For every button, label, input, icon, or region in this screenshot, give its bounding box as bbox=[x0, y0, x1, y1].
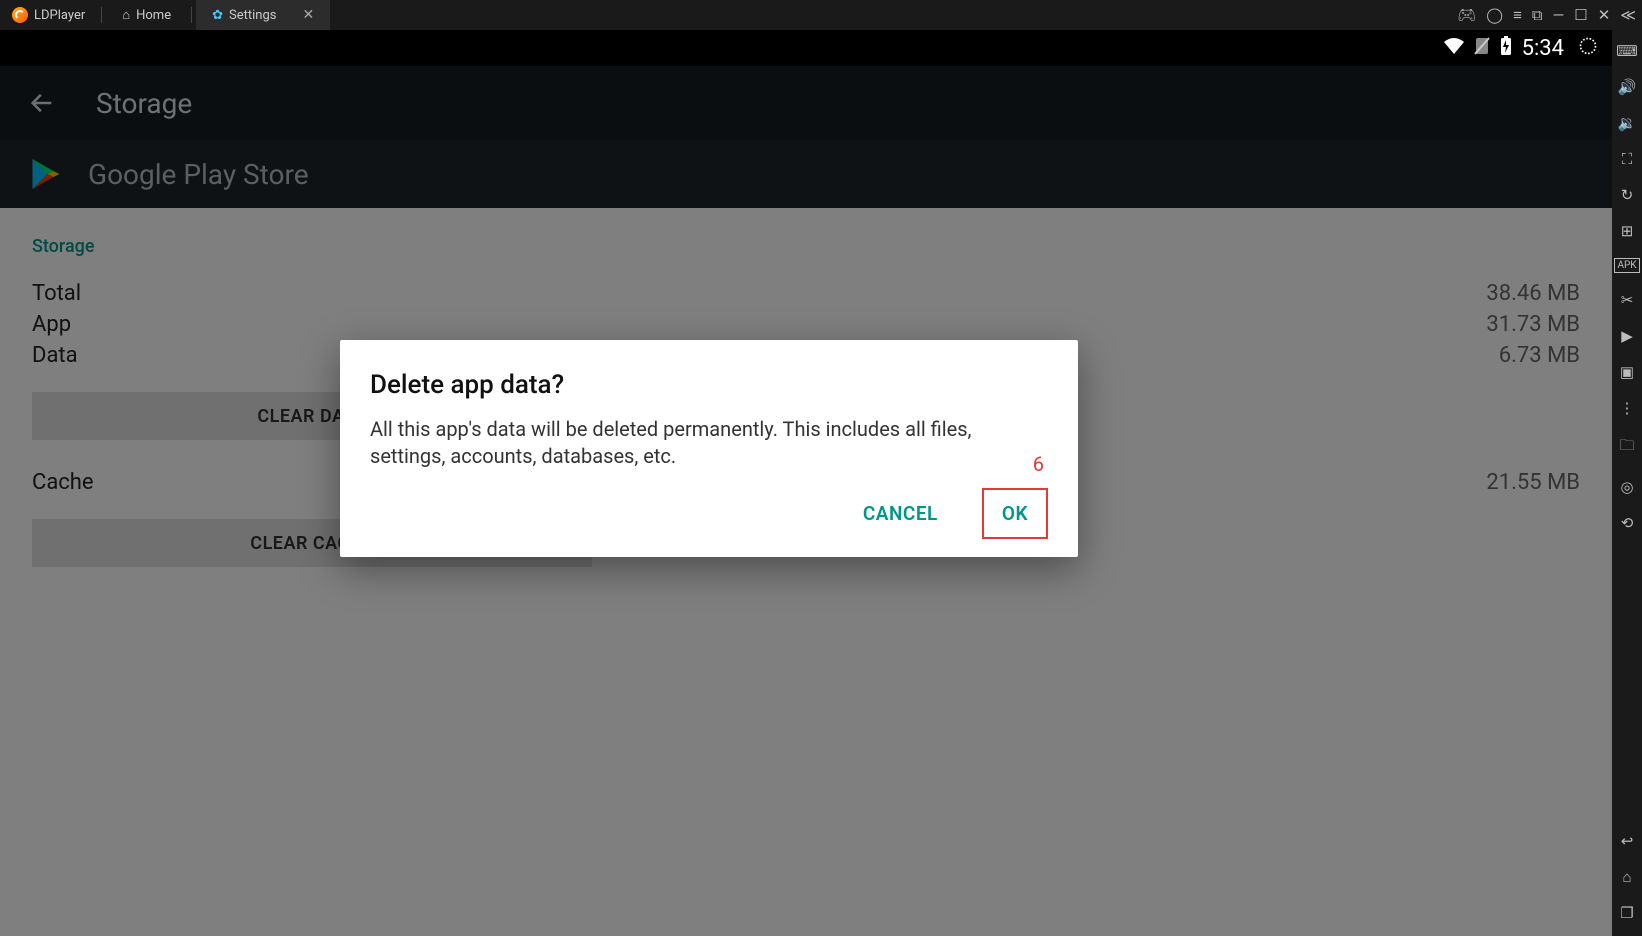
apk-icon[interactable]: APK bbox=[1614, 258, 1639, 273]
annotation-number: 6 bbox=[1033, 452, 1044, 476]
android-home-icon[interactable]: ⌂ bbox=[1622, 868, 1631, 886]
gear-icon: ✿ bbox=[212, 8, 223, 23]
emulator-surface: Storage Google Play Store Storage Total … bbox=[0, 66, 1612, 936]
close-icon[interactable]: ✕ bbox=[1598, 6, 1611, 24]
volume-down-icon[interactable]: 🔉 bbox=[1618, 114, 1637, 132]
app-name: LDPlayer bbox=[34, 8, 85, 23]
dialog-body: All this app's data will be deleted perm… bbox=[370, 416, 1048, 470]
status-clock: 5:34 bbox=[1522, 36, 1564, 61]
ok-button[interactable]: OK bbox=[982, 488, 1048, 539]
window-controls: 🎮︎ ◯ ≡ ⧉ — ☐ ✕ ≪ bbox=[1457, 6, 1636, 24]
account-icon[interactable]: ◯ bbox=[1486, 6, 1503, 24]
folder-icon[interactable]: 🗀 bbox=[1619, 435, 1634, 460]
screenshot-icon[interactable]: ▣ bbox=[1620, 363, 1634, 381]
gamepad-icon[interactable]: 🎮︎ bbox=[1457, 6, 1476, 24]
delete-app-data-dialog: Delete app data? All this app's data wil… bbox=[340, 340, 1078, 557]
settings-cog-icon[interactable] bbox=[1578, 36, 1598, 61]
home-icon: ⌂ bbox=[122, 7, 130, 23]
maximize-icon[interactable]: ☐ bbox=[1574, 6, 1587, 24]
dialog-title: Delete app data? bbox=[370, 370, 1048, 400]
tab-settings[interactable]: ✿ Settings ✕ bbox=[196, 0, 330, 30]
ldplayer-logo-icon bbox=[12, 7, 28, 23]
minimize-icon[interactable]: — bbox=[1553, 6, 1565, 24]
volume-up-icon[interactable]: 🔊 bbox=[1618, 78, 1637, 96]
battery-charging-icon bbox=[1500, 36, 1512, 61]
record-icon[interactable]: ▶ bbox=[1621, 327, 1633, 345]
no-sim-icon bbox=[1474, 37, 1490, 60]
tab-home[interactable]: ⌂ Home bbox=[106, 0, 187, 30]
menu-icon[interactable]: ≡ bbox=[1513, 6, 1522, 24]
tab-settings-label: Settings bbox=[229, 8, 276, 23]
more-icon[interactable]: ⋮ bbox=[1620, 399, 1635, 417]
scissors-icon[interactable]: ✂ bbox=[1621, 291, 1634, 309]
rotate-icon[interactable]: ⟲ bbox=[1621, 514, 1634, 532]
window-titlebar: LDPlayer ⌂ Home ✿ Settings ✕ 🎮︎ ◯ ≡ ⧉ — … bbox=[0, 0, 1642, 30]
collapse-toolbar-icon[interactable]: ≪ bbox=[1620, 6, 1636, 24]
location-icon[interactable]: ◎ bbox=[1620, 478, 1633, 496]
keyboard-icon[interactable]: ⌨ bbox=[1616, 42, 1638, 60]
cancel-button[interactable]: CANCEL bbox=[845, 490, 956, 537]
android-recents-icon[interactable]: ❐ bbox=[1620, 904, 1633, 922]
pip-icon[interactable]: ⧉ bbox=[1532, 6, 1543, 24]
tab-home-label: Home bbox=[136, 8, 171, 23]
wifi-icon bbox=[1444, 38, 1464, 59]
titlebar-divider bbox=[191, 7, 192, 23]
titlebar-divider bbox=[101, 7, 102, 23]
fullscreen-icon[interactable]: ⛶ bbox=[1622, 150, 1633, 168]
sync-icon[interactable]: ↻ bbox=[1621, 186, 1634, 204]
android-status-bar: 5:34 bbox=[0, 30, 1612, 66]
app-brand: LDPlayer bbox=[0, 7, 97, 23]
tab-close-icon[interactable]: ✕ bbox=[302, 7, 314, 23]
multi-instance-icon[interactable]: ⊞ bbox=[1621, 222, 1634, 240]
android-back-icon[interactable]: ↩ bbox=[1621, 832, 1634, 850]
dialog-actions: CANCEL OK bbox=[370, 488, 1048, 539]
emulator-side-toolbar: ⌨ 🔊 🔉 ⛶ ↻ ⊞ APK ✂ ▶ ▣ ⋮ 🗀 ◎ ⟲ ↩ ⌂ ❐ bbox=[1612, 30, 1642, 936]
